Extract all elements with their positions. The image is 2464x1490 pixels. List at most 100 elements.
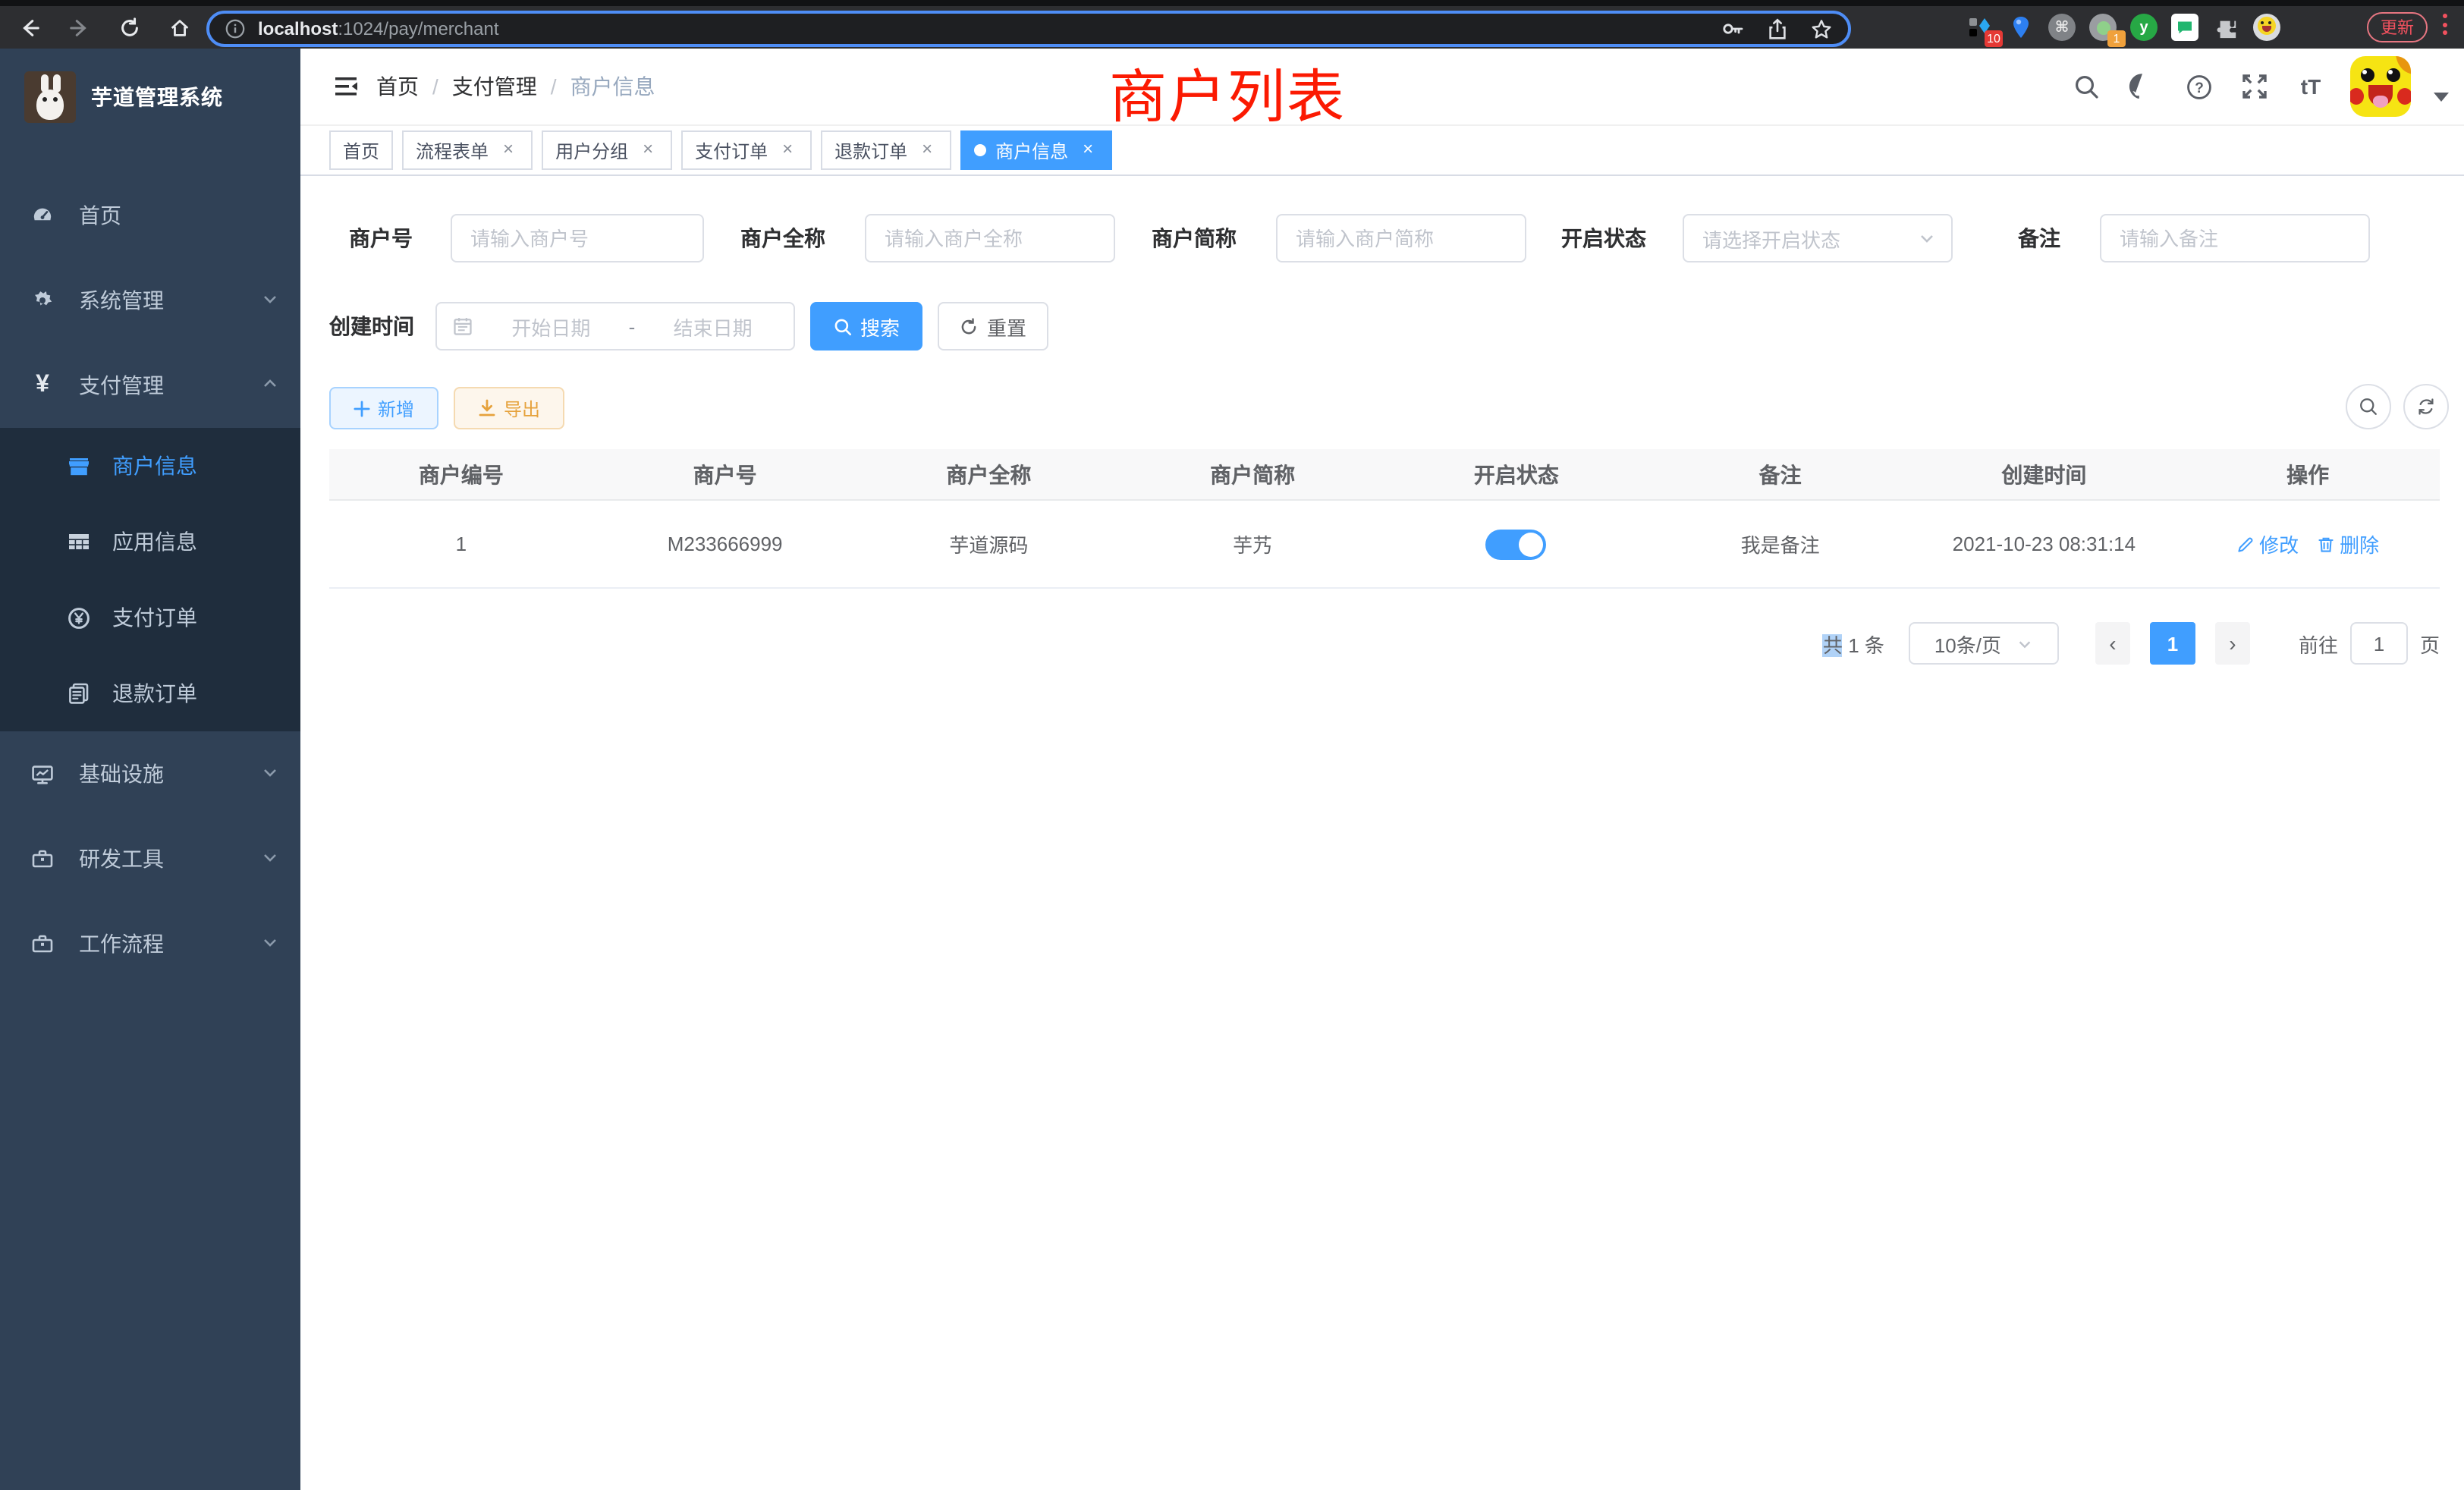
refresh-icon (2415, 396, 2437, 417)
page-number-active[interactable]: 1 (2150, 622, 2195, 665)
browser-reload-icon[interactable] (109, 11, 149, 44)
sidebar-item-label: 研发工具 (79, 844, 261, 874)
cell-remark: 我是备注 (1648, 530, 1912, 558)
extension-command-icon[interactable]: ⌘ (2048, 14, 2076, 41)
extension-chat-icon[interactable] (2171, 14, 2198, 41)
status-select[interactable]: 请选择开启状态 (1683, 214, 1953, 262)
browser-update-button[interactable]: 更新 (2367, 12, 2428, 42)
sidebar-item-label: 系统管理 (79, 285, 261, 316)
tab-process-form[interactable]: 流程表单× (402, 130, 533, 170)
extension-green-icon[interactable]: y (2130, 14, 2158, 41)
close-icon[interactable]: × (916, 140, 938, 161)
plus-icon (354, 400, 370, 417)
date-range-picker[interactable]: 开始日期 - 结束日期 (435, 302, 795, 350)
tab-user-group[interactable]: 用户分组× (542, 130, 672, 170)
sidebar-item-label: 支付管理 (79, 370, 261, 401)
breadcrumb-home[interactable]: 首页 (376, 71, 419, 102)
prev-page-button[interactable]: ‹ (2095, 622, 2130, 665)
user-avatar[interactable] (2350, 56, 2411, 117)
merchant-no-input[interactable] (451, 214, 704, 262)
show-search-toggle-button[interactable] (2346, 384, 2391, 429)
full-name-input[interactable] (865, 214, 1115, 262)
sidebar-item-infra[interactable]: 基础设施 (0, 731, 300, 816)
goto-label: 前往 (2299, 629, 2338, 658)
avatar-caret-icon[interactable] (2434, 93, 2449, 102)
chevron-down-icon (261, 288, 279, 313)
browser-home-icon[interactable] (159, 11, 199, 44)
search-icon (2358, 396, 2379, 417)
page-size-select[interactable]: 10条/页 (1909, 622, 2059, 665)
site-info-icon[interactable] (225, 18, 246, 39)
export-button[interactable]: 导出 (454, 387, 564, 429)
sidebar-item-devtools[interactable]: 研发工具 (0, 816, 300, 901)
short-name-input[interactable] (1276, 214, 1526, 262)
password-key-icon[interactable] (1721, 17, 1745, 41)
profile-avatar-icon[interactable] (2253, 14, 2280, 41)
breadcrumb-pay[interactable]: 支付管理 (452, 71, 537, 102)
sidebar-item-workflow[interactable]: 工作流程 (0, 901, 300, 986)
screen: localhost:1024/pay/merchant 10 (0, 0, 2464, 1490)
svg-text:?: ? (2194, 80, 2203, 96)
sidebar-item-app-info[interactable]: 应用信息 (0, 504, 300, 580)
sidebar-item-pay[interactable]: ¥ 支付管理 (0, 343, 300, 428)
url-host: localhost (258, 18, 338, 39)
pagination: 共 1 条 10条/页 ‹ 1 › 前往 页 (1823, 622, 2440, 665)
sidebar-collapse-icon[interactable] (322, 61, 373, 112)
github-icon[interactable] (2126, 70, 2159, 103)
chevron-up-icon (261, 373, 279, 398)
close-icon[interactable]: × (777, 140, 798, 161)
main-content: 首页 / 支付管理 / 商户信息 ? t (300, 49, 2464, 1490)
next-page-button[interactable]: › (2215, 622, 2250, 665)
address-bar[interactable]: localhost:1024/pay/merchant (206, 11, 1851, 47)
page-header: 首页 / 支付管理 / 商户信息 ? t (300, 49, 2464, 124)
tab-pay-order[interactable]: 支付订单× (681, 130, 812, 170)
sidebar-item-merchant-info[interactable]: 商户信息 (0, 428, 300, 504)
help-icon[interactable]: ? (2182, 70, 2215, 103)
bookmark-star-icon[interactable] (1810, 17, 1833, 40)
extension-proxy-icon[interactable]: 1 (2089, 14, 2117, 41)
extensions-puzzle-icon[interactable] (2212, 14, 2239, 41)
tab-refund-order[interactable]: 退款订单× (821, 130, 951, 170)
refresh-icon (960, 316, 979, 336)
status-toggle[interactable] (1486, 529, 1547, 559)
sidebar-item-label: 退款订单 (112, 678, 197, 709)
tab-home[interactable]: 首页 (329, 130, 393, 170)
cell-merchant-no: M233666999 (593, 533, 857, 555)
sidebar-item-pay-order[interactable]: 支付订单 (0, 580, 300, 655)
sidebar-item-label: 应用信息 (112, 527, 197, 557)
cell-create-time: 2021-10-23 08:31:14 (1912, 533, 2176, 555)
goto-page-input[interactable] (2350, 622, 2408, 665)
add-button[interactable]: 新增 (329, 387, 438, 429)
sidebar-submenu-pay: 商户信息 应用信息 支付订单 (0, 428, 300, 731)
search-icon[interactable] (2070, 70, 2103, 103)
url-path: :1024/pay/merchant (338, 18, 498, 39)
browser-menu-icon[interactable] (2443, 14, 2449, 35)
share-icon[interactable] (1766, 17, 1789, 40)
filter-label: 商户简称 (1152, 223, 1237, 253)
font-size-icon[interactable]: tT (2294, 70, 2327, 103)
fullscreen-icon[interactable] (2238, 70, 2271, 103)
col-header: 开启状态 (1384, 459, 1648, 489)
refresh-table-button[interactable] (2403, 384, 2449, 429)
close-icon[interactable]: × (1077, 140, 1098, 161)
reset-button[interactable]: 重置 (938, 302, 1048, 350)
sidebar-item-home[interactable]: 首页 (0, 173, 300, 258)
sidebar-item-system[interactable]: 系统管理 (0, 258, 300, 343)
delete-link[interactable]: 删除 (2317, 530, 2379, 558)
search-button[interactable]: 搜索 (810, 302, 922, 350)
browser-back-icon[interactable] (9, 11, 49, 44)
extension-pin-icon[interactable] (2007, 14, 2035, 41)
tab-merchant-info[interactable]: 商户信息× (960, 130, 1112, 170)
sidebar-item-refund-order[interactable]: 退款订单 (0, 655, 300, 731)
edit-link[interactable]: 修改 (2236, 530, 2299, 558)
remark-input[interactable] (2100, 214, 2370, 262)
date-start-placeholder: 开始日期 (486, 312, 617, 341)
close-icon[interactable]: × (498, 140, 519, 161)
browser-forward-icon[interactable] (59, 11, 99, 44)
filter-label: 创建时间 (329, 311, 414, 341)
extension-tabs-icon[interactable]: 10 (1966, 14, 1994, 41)
app-logo[interactable]: 芋道管理系统 (0, 49, 300, 146)
close-icon[interactable]: × (637, 140, 658, 161)
monitor-chart-icon (30, 762, 55, 786)
sidebar-item-label: 支付订单 (112, 602, 197, 633)
